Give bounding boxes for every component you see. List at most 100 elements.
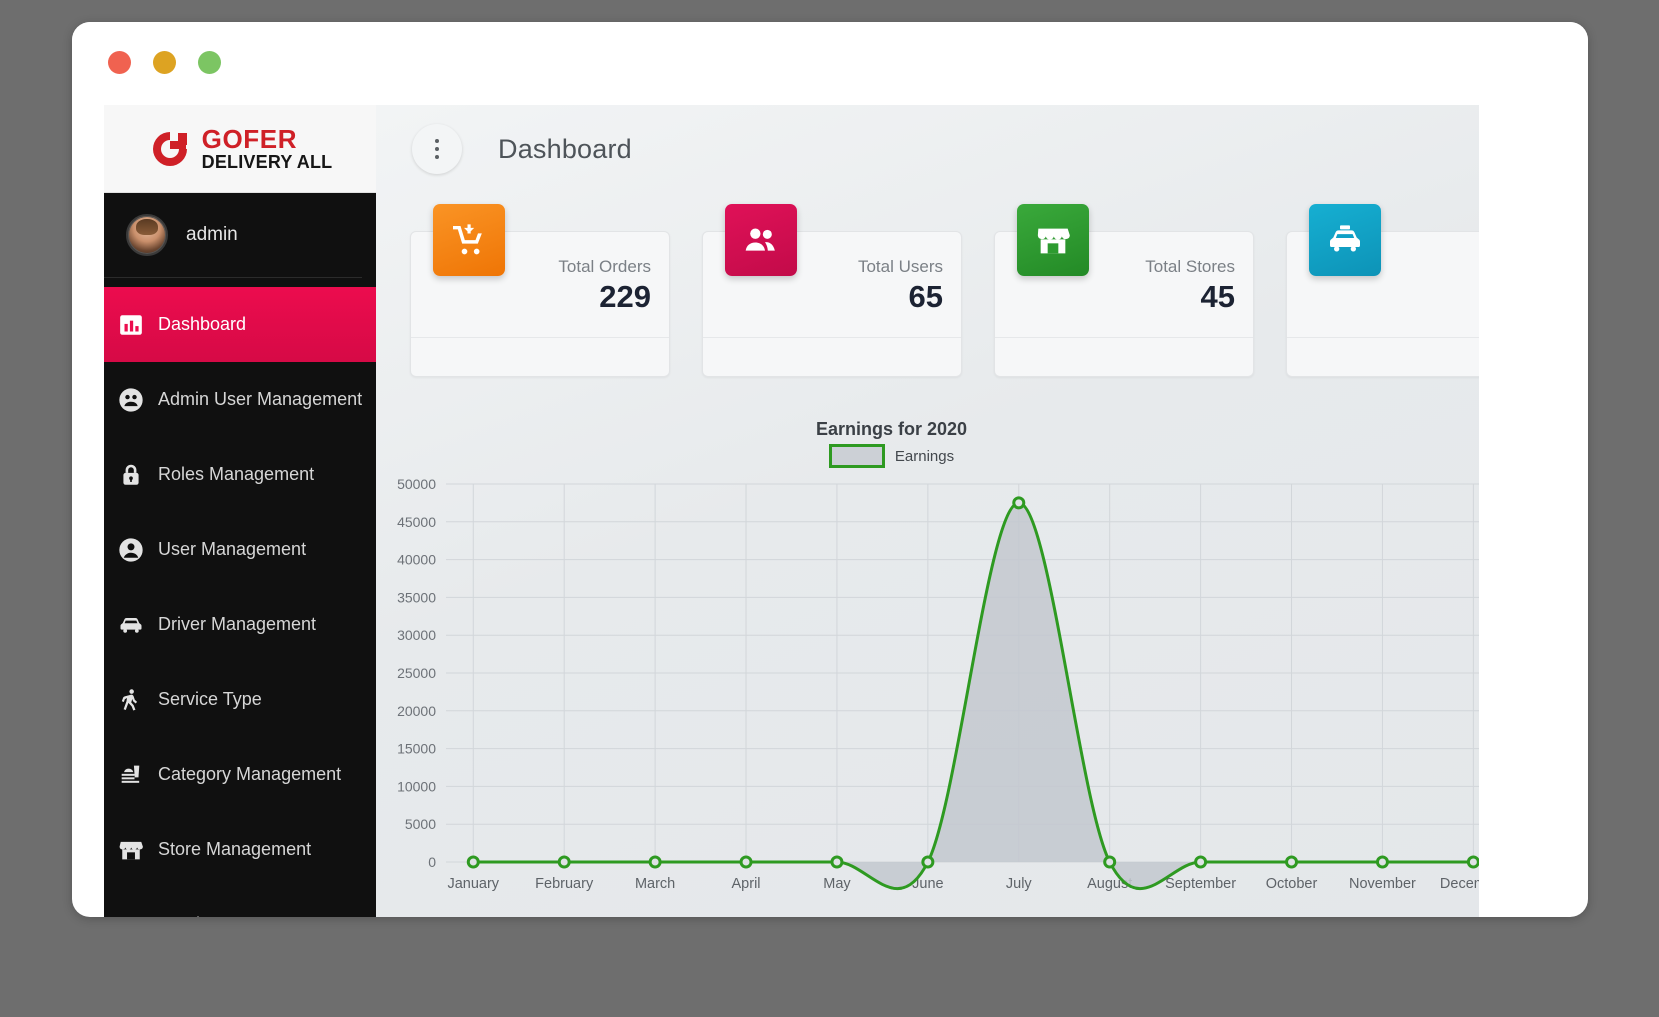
sidebar-item-label: Driver Management: [158, 614, 317, 635]
chart-data-point[interactable]: [1375, 855, 1389, 869]
y-axis-tick-label: 5000: [405, 816, 436, 832]
sidebar-item-send-message[interactable]: Send Message: [104, 887, 376, 917]
sidebar-item-label: User Management: [158, 539, 307, 560]
sidebar-item-label: Dashboard: [158, 314, 247, 335]
sidebar-item-user-management[interactable]: User Management: [104, 512, 376, 587]
maximize-dot[interactable]: [198, 51, 221, 74]
card-label: Total Stores: [1145, 257, 1235, 276]
user-name: admin: [186, 224, 238, 245]
x-axis-tick-label: February: [535, 876, 594, 892]
card-value: 65: [908, 279, 943, 314]
sidebar-item-admin-user-management[interactable]: Admin User Management: [104, 362, 376, 437]
brand-text: GOFER DELIVERY ALL: [202, 126, 333, 172]
car-icon: [104, 611, 158, 639]
chart-data-point[interactable]: [557, 855, 571, 869]
main-content: Dashboard Total Orders 229 Total Users 6…: [376, 105, 1479, 917]
sidebar-item-label: Store Management: [158, 839, 312, 860]
admin-users-icon: [104, 386, 158, 414]
chart-bar-icon: [104, 312, 158, 338]
sidebar-item-label: Service Type: [158, 689, 262, 710]
sidebar-item-dashboard[interactable]: Dashboard: [104, 287, 376, 362]
sidebar-item-label: Admin User Management: [158, 389, 363, 410]
window-titlebar: [72, 22, 1588, 105]
y-axis-tick-label: 20000: [397, 703, 436, 719]
chart-data-point[interactable]: [1012, 496, 1026, 510]
page-title: Dashboard: [498, 133, 632, 164]
chart-data-point[interactable]: [739, 855, 753, 869]
chart-data-point[interactable]: [648, 855, 662, 869]
chart-data-point[interactable]: [1194, 855, 1208, 869]
card-footer[interactable]: [703, 337, 961, 376]
stat-card-total-orders[interactable]: Total Orders 229: [410, 204, 670, 377]
brand-logo[interactable]: GOFER DELIVERY ALL: [104, 105, 376, 193]
lock-icon: [104, 462, 158, 488]
app-viewport: GOFER DELIVERY ALL admin Dashboard Admin…: [104, 105, 1479, 917]
chart-data-point[interactable]: [830, 855, 844, 869]
window-controls: [108, 51, 221, 74]
chart-canvas[interactable]: 0 5000 10000 15000 20000 25000 30000 35000 40000…: [384, 474, 1479, 904]
sidebar-item-driver-management[interactable]: Driver Management: [104, 587, 376, 662]
food-tray-icon: [104, 761, 158, 789]
y-axis-tick-label: 50000: [397, 476, 436, 492]
chart-area-fill: [473, 502, 1474, 889]
y-axis-tick-label: 10000: [397, 778, 436, 794]
chart-data-point[interactable]: [1285, 855, 1299, 869]
stat-card-total-drivers[interactable]: Total: [1286, 204, 1479, 377]
stat-cards: Total Orders 229 Total Users 65 Total St…: [376, 193, 1479, 377]
card-footer[interactable]: [1287, 337, 1479, 376]
stat-card-total-stores[interactable]: Total Stores 45: [994, 204, 1254, 377]
x-axis-tick-label: April: [732, 876, 761, 892]
sidebar-item-label: Roles Management: [158, 464, 315, 485]
card-body: Total Orders 229: [411, 233, 669, 337]
x-axis-tick-label: December: [1440, 876, 1479, 892]
sidebar-item-label: Category Management: [158, 764, 342, 785]
brand-tagline: DELIVERY ALL: [201, 152, 333, 173]
legend-swatch-earnings: [828, 444, 885, 468]
person-walk-icon: [104, 687, 158, 713]
chart-data-point[interactable]: [466, 855, 480, 869]
close-dot[interactable]: [108, 51, 131, 74]
y-axis-tick-label: 30000: [397, 627, 436, 643]
y-axis-tick-label: 45000: [397, 514, 436, 530]
user-circle-icon: [104, 536, 158, 564]
brand-name: GOFER: [201, 124, 298, 155]
chart-data-point[interactable]: [921, 855, 935, 869]
screenshot-root: GOFER DELIVERY ALL admin Dashboard Admin…: [0, 0, 1659, 1017]
y-axis-tick-label: 40000: [397, 552, 436, 568]
card-footer[interactable]: [411, 337, 669, 376]
sidebar-nav: Dashboard Admin User Management Roles Ma…: [104, 278, 376, 917]
sidebar-item-service-type[interactable]: Service Type: [104, 662, 376, 737]
user-profile[interactable]: admin: [104, 193, 362, 278]
chart-legend[interactable]: Earnings: [384, 444, 1479, 468]
x-axis-tick-label: November: [1349, 876, 1416, 892]
stat-card-total-users[interactable]: Total Users 65: [702, 204, 962, 377]
card-label: Total Users: [857, 257, 943, 276]
sidebar-item-roles-management[interactable]: Roles Management: [104, 437, 376, 512]
minimize-dot[interactable]: [153, 51, 176, 74]
x-axis-tick-label: September: [1165, 876, 1236, 892]
y-axis-tick-label: 25000: [397, 665, 436, 681]
card-body: Total: [1287, 233, 1479, 337]
browser-window: GOFER DELIVERY ALL admin Dashboard Admin…: [72, 22, 1588, 917]
y-axis-tick-label: 0: [428, 854, 436, 870]
x-axis-tick-label: January: [447, 876, 499, 892]
avatar: [126, 214, 168, 256]
card-footer[interactable]: [995, 337, 1253, 376]
card-label: Total Orders: [558, 257, 651, 276]
earnings-chart: Earnings for 2020 Earnings 0 5000 10000 150…: [376, 419, 1479, 904]
sidebar-item-label: Send Message: [158, 913, 278, 917]
chart-title: Earnings for 2020: [815, 419, 968, 439]
sidebar-item-category-management[interactable]: Category Management: [104, 737, 376, 812]
chart-data-point[interactable]: [1466, 855, 1479, 869]
sidebar: GOFER DELIVERY ALL admin Dashboard Admin…: [104, 105, 376, 917]
chart-data-point[interactable]: [1103, 855, 1117, 869]
sidebar-item-store-management[interactable]: Store Management: [104, 812, 376, 887]
gofer-logo-icon: [152, 132, 187, 166]
x-axis-tick-label: October: [1266, 876, 1318, 892]
page-topbar: Dashboard: [376, 105, 1479, 193]
kebab-menu-icon[interactable]: [412, 124, 462, 174]
store-icon: [104, 836, 158, 864]
card-body: Total Users 65: [703, 233, 961, 337]
y-axis-tick-label: 35000: [397, 589, 436, 605]
x-axis-tick-label: March: [635, 876, 675, 892]
